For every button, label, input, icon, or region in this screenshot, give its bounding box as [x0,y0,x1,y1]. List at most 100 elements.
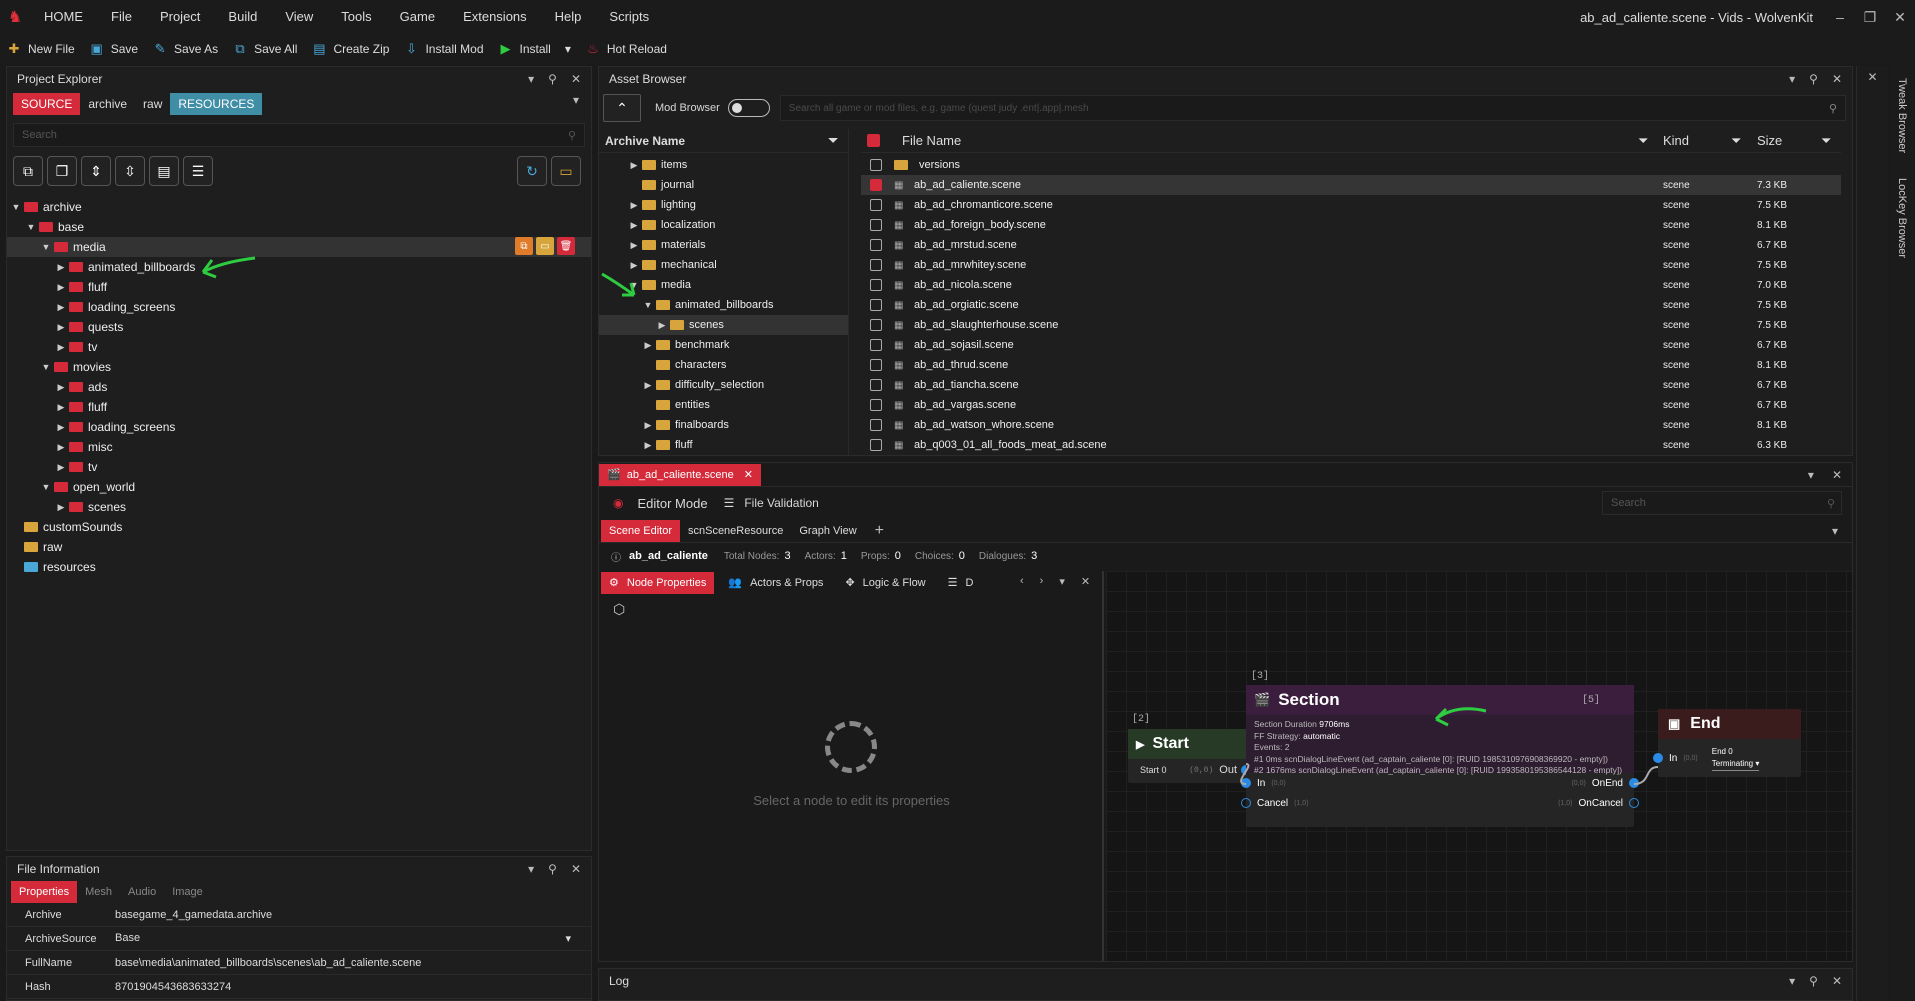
folder-settings-icon[interactable]: ▭ [551,156,581,186]
save-as-button[interactable]: ✎ Save As [152,41,218,57]
caret-icon[interactable]: ▶ [56,422,66,433]
editor-search-input[interactable]: Search ⚲ [1602,491,1842,515]
prop-tab-3[interactable]: ☰ D [940,572,982,594]
file-row[interactable]: ▦ ab_ad_vargas.scene scene 6.7 KB [861,395,1841,415]
archive-tree-item[interactable]: journal [599,175,848,195]
archive-tree-item[interactable]: ▶ finalboards [599,415,848,435]
file-row[interactable]: versions [861,155,1841,175]
file-checkbox[interactable] [870,159,882,171]
pin-icon[interactable]: ⚲ [1809,974,1818,988]
caret-icon[interactable]: ▶ [56,382,66,393]
tree-item[interactable]: ▶ tv [7,337,591,357]
tree-item[interactable]: ▶ fluff [7,397,591,417]
tree-item[interactable]: customSounds [7,517,591,537]
archive-tree-item[interactable]: entities [599,395,848,415]
caret-icon[interactable]: ▶ [56,442,66,453]
caret-icon[interactable]: ▼ [643,300,653,310]
collapse-icon[interactable]: ⇕ [81,156,111,186]
file-checkbox[interactable] [870,239,882,251]
chevron-down-icon[interactable]: ▾ [1789,72,1795,86]
menu-home[interactable]: HOME [30,0,97,34]
caret-icon[interactable]: ▶ [629,160,639,171]
new-file-icon[interactable]: ▤ [149,156,179,186]
archive-name-header[interactable]: Archive Name ⏷ [599,129,848,153]
close-icon[interactable]: ✕ [571,72,581,86]
subtab-scene-editor[interactable]: Scene Editor [601,519,680,542]
menu-help[interactable]: Help [541,0,596,34]
close-icon[interactable]: ✕ [1832,974,1842,988]
filter-icon[interactable]: ⏷ [1821,133,1831,149]
tree-item[interactable]: raw [7,537,591,557]
tree-item[interactable]: ▼ base [7,217,591,237]
caret-icon[interactable]: ▶ [643,380,653,391]
file-row[interactable]: ▦ ab_ad_tiancha.scene scene 6.7 KB [861,375,1841,395]
document-tab[interactable]: 🎬 ab_ad_caliente.scene ✕ [599,463,761,486]
maximize-icon[interactable]: ❐ [1855,9,1885,26]
caret-icon[interactable]: ▶ [56,342,66,353]
tree-item[interactable]: ▶ misc [7,437,591,457]
file-validation-button[interactable]: File Validation [744,496,818,510]
chevron-right-icon[interactable]: › [1040,575,1044,588]
copy-icon[interactable]: ⧉ [515,237,533,255]
menu-extensions[interactable]: Extensions [449,0,541,34]
close-window-icon[interactable]: ✕ [1885,9,1915,26]
caret-icon[interactable]: ▶ [56,322,66,333]
file-checkbox[interactable] [870,339,882,351]
chevron-left-icon[interactable]: ‹ [1020,575,1024,588]
menu-tools[interactable]: Tools [327,0,385,34]
caret-icon[interactable]: ▶ [56,462,66,473]
tab-mesh[interactable]: Mesh [77,881,120,903]
close-icon[interactable]: ✕ [1857,70,1888,84]
tree-item[interactable]: ▶ loading_screens [7,297,591,317]
tree-item[interactable]: ▶ ads [7,377,591,397]
caret-icon[interactable]: ▼ [41,242,51,252]
install-dropdown[interactable]: ▾ [565,42,571,56]
file-checkbox[interactable] [870,439,882,451]
filter-icon[interactable]: ⏷ [1731,133,1741,149]
property-value[interactable]: Base ▾ [107,932,591,945]
size-column[interactable]: Size [1757,133,1782,148]
chevron-down-icon[interactable]: ▾ [1832,524,1838,538]
tab-raw[interactable]: raw [135,93,170,115]
close-icon[interactable]: ✕ [1832,468,1842,482]
caret-icon[interactable]: ▶ [629,260,639,271]
menu-scripts[interactable]: Scripts [595,0,663,34]
caret-icon[interactable]: ▶ [56,402,66,413]
chevron-down-icon[interactable]: ▾ [528,72,534,86]
caret-icon[interactable]: ▼ [26,222,36,232]
tree-item[interactable]: ▶ loading_screens [7,417,591,437]
archive-tree-item[interactable]: ▶ difficulty_selection [599,375,848,395]
archive-tree-item[interactable]: ▼ animated_billboards [599,295,848,315]
project-search-input[interactable]: Search ⚲ [13,123,585,147]
prop-tab-2[interactable]: ✥ Logic & Flow [837,572,933,594]
refresh-icon[interactable]: ↻ [517,156,547,186]
file-row[interactable]: ▦ ab_ad_orgiatic.scene scene 7.5 KB [861,295,1841,315]
close-tab-icon[interactable]: ✕ [744,468,753,481]
tab-resources[interactable]: RESOURCES [170,93,263,115]
archive-tree-item[interactable]: ▶ scenes [599,315,848,335]
up-directory-icon[interactable]: ⌃ [603,94,641,122]
tree-item[interactable]: ▶ quests [7,317,591,337]
file-row[interactable]: ▦ ab_ad_thrud.scene scene 8.1 KB [861,355,1841,375]
file-checkbox[interactable] [870,319,882,331]
tree-item[interactable]: ▼ movies [7,357,591,377]
tree-item[interactable]: ▶ scenes [7,497,591,517]
hot-reload-button[interactable]: ♨ Hot Reload [585,41,667,57]
file-checkbox[interactable] [870,279,882,291]
chevron-down-icon[interactable]: ▾ [1789,974,1795,988]
chevron-down-icon[interactable]: ▾ [1808,468,1814,482]
caret-icon[interactable]: ▶ [629,200,639,211]
tab-archive[interactable]: archive [80,93,135,115]
pin-icon[interactable]: ⚲ [548,72,557,86]
file-checkbox[interactable] [870,379,882,391]
caret-icon[interactable]: ▶ [629,220,639,231]
tree-item[interactable]: ▶ tv [7,457,591,477]
file-checkbox[interactable] [870,179,882,191]
subtab-graph-view[interactable]: Graph View [791,520,864,542]
file-checkbox[interactable] [870,299,882,311]
folder-icon[interactable]: ▭ [536,237,554,255]
file-checkbox[interactable] [870,359,882,371]
kind-column[interactable]: Kind [1663,133,1689,148]
subtab-scnsceneresource[interactable]: scnSceneResource [680,520,791,542]
archive-tree-item[interactable]: ▶ localization [599,215,848,235]
